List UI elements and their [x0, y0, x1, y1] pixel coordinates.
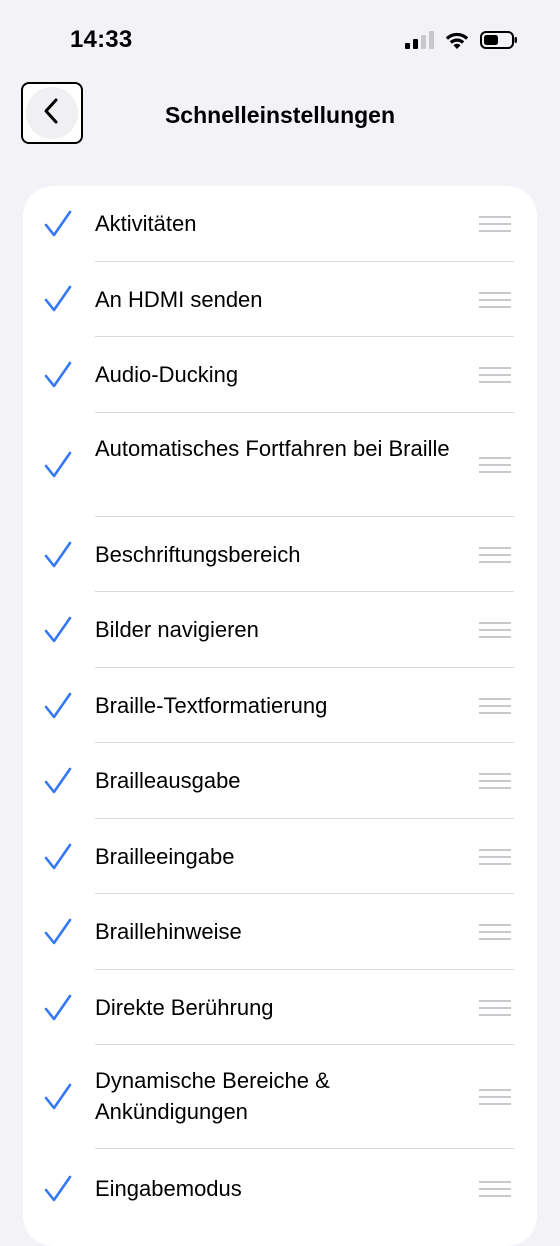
- list-item-beschriftungsbereich[interactable]: Beschriftungsbereich: [23, 517, 537, 592]
- reorder-handle-icon[interactable]: [479, 848, 511, 866]
- list-item-automatisches-fortfahren[interactable]: Automatisches Fortfahren bei Braille: [23, 413, 537, 517]
- checkmark-icon: [43, 1174, 73, 1204]
- reorder-handle-icon[interactable]: [479, 291, 511, 309]
- reorder-handle-icon[interactable]: [479, 546, 511, 564]
- status-time: 14:33: [70, 26, 133, 53]
- list-item-label: Brailleeingabe: [95, 844, 235, 869]
- checkmark-icon: [43, 540, 73, 570]
- checkmark-icon: [43, 615, 73, 645]
- reorder-handle-icon[interactable]: [479, 1180, 511, 1198]
- page-title: Schnelleinstellungen: [164, 102, 396, 128]
- list-item-label: Audio-Ducking: [95, 362, 239, 387]
- list-item-label: Bilder navigieren: [95, 617, 259, 642]
- list-item-audio-ducking[interactable]: Audio-Ducking: [23, 337, 537, 413]
- checkmark-icon: [43, 450, 73, 480]
- battery-icon: [480, 30, 518, 55]
- checkmark-icon: [43, 209, 73, 239]
- list-item-brailleausgabe[interactable]: Brailleausgabe: [23, 743, 537, 819]
- reorder-handle-icon[interactable]: [479, 923, 511, 941]
- list-item-label: Dynamische Bereiche & Ankündigungen: [95, 1068, 330, 1124]
- wifi-icon: [444, 30, 470, 55]
- checkmark-icon: [43, 1082, 73, 1112]
- list-item-label: Aktivitäten: [95, 211, 197, 236]
- reorder-handle-icon[interactable]: [479, 999, 511, 1017]
- list-item-label: Brailleausgabe: [95, 768, 241, 793]
- reorder-handle-icon[interactable]: [479, 456, 511, 474]
- reorder-handle-icon[interactable]: [479, 697, 511, 715]
- list-item-label: Braillehinweise: [95, 919, 242, 944]
- list-item-brailleeingabe[interactable]: Brailleeingabe: [23, 819, 537, 894]
- list-item-dynamische-bereiche[interactable]: Dynamische Bereiche & Ankündigungen: [23, 1045, 537, 1149]
- checkmark-icon: [43, 691, 73, 721]
- list-item-label: Eingabemodus: [95, 1176, 242, 1201]
- list-item-braillehinweise[interactable]: Braillehinweise: [23, 894, 537, 970]
- navigation-bar: Schnelleinstellungen: [0, 80, 560, 150]
- cellular-signal-icon: [404, 30, 434, 55]
- list-item-braille-textformatierung[interactable]: Braille-Textformatierung: [23, 668, 537, 743]
- quick-settings-list: Aktivitäten An HDMI senden Audio-Ducking…: [23, 186, 537, 1246]
- list-item-label: Automatisches Fortfahren bei Braille: [95, 436, 450, 461]
- checkmark-icon: [43, 842, 73, 872]
- list-item-an-hdmi-senden[interactable]: An HDMI senden: [23, 262, 537, 337]
- list-item-bilder-navigieren[interactable]: Bilder navigieren: [23, 592, 537, 668]
- status-bar: 14:33: [0, 0, 560, 84]
- status-icons: [404, 30, 518, 55]
- reorder-handle-icon[interactable]: [479, 215, 511, 233]
- checkmark-icon: [43, 284, 73, 314]
- checkmark-icon: [43, 766, 73, 796]
- list-item-aktivitaeten[interactable]: Aktivitäten: [23, 186, 537, 262]
- list-item-label: Beschriftungsbereich: [95, 542, 301, 567]
- checkmark-icon: [43, 360, 73, 390]
- list-item-label: Direkte Berührung: [95, 995, 274, 1020]
- reorder-handle-icon[interactable]: [479, 772, 511, 790]
- checkmark-icon: [43, 993, 73, 1023]
- reorder-handle-icon[interactable]: [479, 366, 511, 384]
- list-item-label: Braille-Textformatierung: [95, 693, 328, 718]
- list-item-direkte-beruehrung[interactable]: Direkte Berührung: [23, 970, 537, 1045]
- reorder-handle-icon[interactable]: [479, 1088, 511, 1106]
- checkmark-icon: [43, 917, 73, 947]
- list-item-label: An HDMI senden: [95, 287, 263, 312]
- reorder-handle-icon[interactable]: [479, 621, 511, 639]
